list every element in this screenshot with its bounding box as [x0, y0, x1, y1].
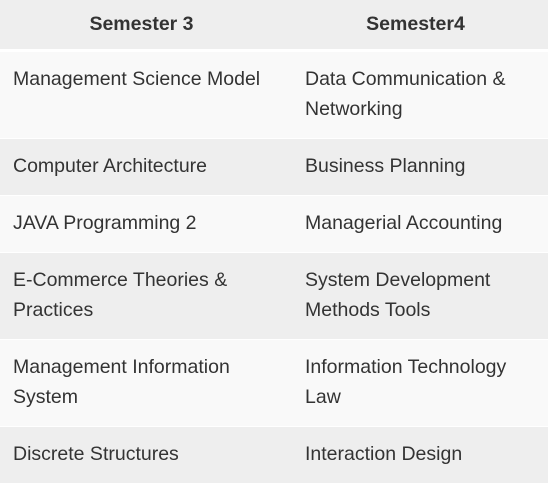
semester-4-course: Business Planning: [283, 138, 548, 196]
semester-4-course: Interaction Design: [283, 426, 548, 483]
table-body: Management Science Model Data Communicat…: [0, 50, 548, 483]
semester-3-course: Management Science Model: [0, 50, 283, 139]
semester-4-course: Managerial Accounting: [283, 195, 548, 253]
table-row: Management Science Model Data Communicat…: [0, 50, 548, 139]
table-row: E-Commerce Theories & Practices System D…: [0, 252, 548, 340]
semester-3-course: Computer Architecture: [0, 138, 283, 196]
semester-4-course: Data Communication & Networking: [283, 50, 548, 139]
header-semester-4: Semester4: [283, 0, 548, 52]
table-row: Computer Architecture Business Planning: [0, 138, 548, 196]
semester-4-course: Information Technology Law: [283, 339, 548, 427]
header-semester-3: Semester 3: [0, 0, 283, 52]
table-row: Discrete Structures Interaction Design: [0, 426, 548, 483]
header-row: Semester 3 Semester4: [0, 0, 548, 52]
table-header: Semester 3 Semester4: [0, 0, 548, 52]
semester-4-course: System Development Methods Tools: [283, 252, 548, 340]
semester-3-course: JAVA Programming 2: [0, 195, 283, 253]
table-row: JAVA Programming 2 Managerial Accounting: [0, 195, 548, 253]
semester-3-course: E-Commerce Theories & Practices: [0, 252, 283, 340]
semester-3-course: Discrete Structures: [0, 426, 283, 483]
table-row: Management Information System Informatio…: [0, 339, 548, 427]
semester-3-course: Management Information System: [0, 339, 283, 427]
semester-course-table: Semester 3 Semester4 Management Science …: [0, 0, 548, 483]
